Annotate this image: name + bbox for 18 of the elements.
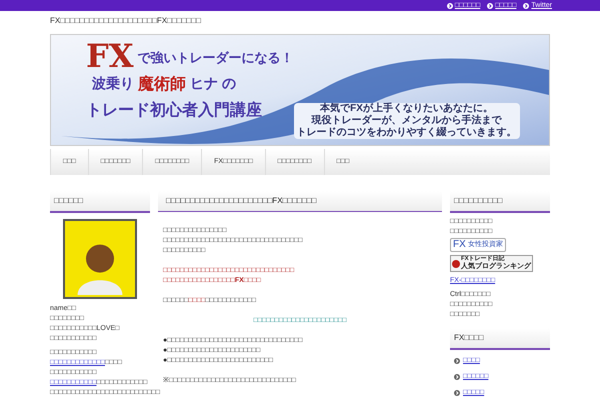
banner-message: 本気でFXが上手くなりたいあなたに。 [320,103,493,114]
banner-logo: FX [86,39,134,73]
site-description: FX□□□□□□□□□□□□□□□□□□□□FX□□□□□□□ [50,16,202,27]
arrow-icon [454,390,460,396]
widget-heading: □□□□□□ [50,191,150,213]
banner-name-line: 波乗り 魔術師 ヒナ の [92,74,237,95]
arrow-icon [523,2,530,8]
arrow-icon [454,358,460,364]
banner-message: 現役トレーダーが、メンタルから手法まで [312,115,502,126]
article-title: □□□□□□□□□□□□□□□□□□□□□□FX□□□□□□□ [158,191,442,212]
arrow-icon [454,374,460,380]
arrow-icon [487,2,494,8]
widget-heading: □□□□□□□□□□ [450,191,550,213]
banner-course: トレード初心者入門講座 [86,100,263,121]
banner-tagline: で強いトレーダーになる！ [138,48,294,67]
banner-message: トレードのコツをわかりやすく綴っていきます。 [296,127,517,139]
arrow-icon [446,2,453,8]
widget-heading: FX□□□□ [450,328,550,350]
